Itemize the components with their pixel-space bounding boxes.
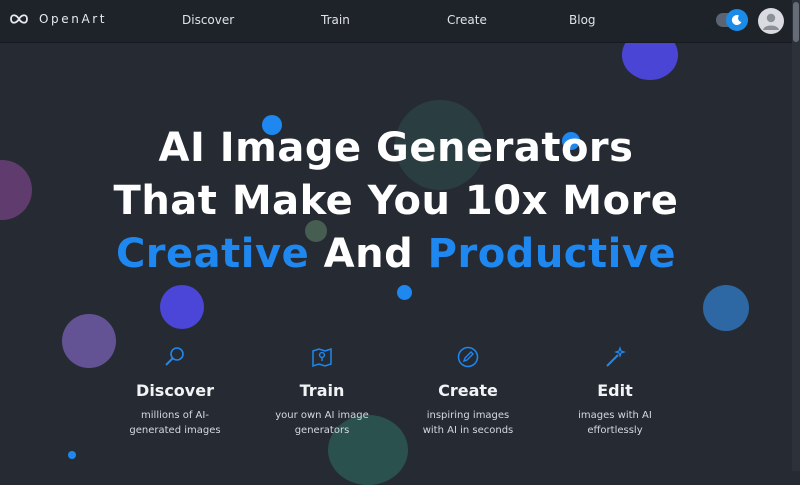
feature-desc-line: effortlessly	[587, 425, 643, 436]
feature-desc: inspiring images with AI in seconds	[403, 408, 533, 438]
moon-icon	[731, 15, 742, 26]
feature-edit[interactable]: Edit images with AI effortlessly	[550, 343, 680, 438]
theme-toggle-knob[interactable]	[726, 9, 748, 31]
nav-link-blog[interactable]: Blog	[569, 13, 596, 27]
feature-title: Create	[438, 381, 498, 400]
nav-link-create[interactable]: Create	[447, 13, 487, 27]
feature-edit-icon-wrap	[550, 343, 680, 371]
feature-train[interactable]: Train your own AI image generators	[257, 343, 387, 438]
magic-wand-icon	[606, 346, 626, 367]
feature-desc: your own AI image generators	[257, 408, 387, 438]
magnifier-icon	[165, 347, 184, 366]
brand-name: OpenArt	[39, 12, 108, 26]
feature-desc: millions of AI- generated images	[110, 408, 240, 438]
feature-discover-icon-wrap	[110, 343, 240, 371]
hero-word-productive: Productive	[427, 231, 677, 277]
scrollbar[interactable]	[792, 0, 800, 471]
user-icon	[763, 13, 779, 30]
hero-line-3: Creative And Productive	[0, 228, 792, 281]
feature-title: Edit	[597, 381, 633, 400]
feature-create[interactable]: Create inspiring images with AI in secon…	[403, 343, 533, 438]
hero-line-2: That Make You 10x More	[113, 178, 679, 224]
bg-blob	[397, 285, 412, 300]
infinity-logo-icon	[10, 14, 28, 24]
hero-word-and: And	[323, 231, 414, 277]
feature-title: Train	[299, 381, 345, 400]
feature-desc: images with AI effortlessly	[550, 408, 680, 438]
nav-link-train[interactable]: Train	[321, 13, 350, 27]
bg-blob	[160, 285, 204, 329]
feature-desc-line: inspiring images	[426, 410, 510, 421]
feature-desc-line: generators	[294, 425, 350, 436]
feature-create-icon-wrap	[403, 343, 533, 371]
feature-train-icon-wrap	[257, 343, 387, 371]
nav-link-discover[interactable]: Discover	[182, 13, 234, 27]
feature-title: Discover	[136, 381, 214, 400]
bg-blob	[62, 314, 116, 368]
map-icon	[312, 347, 332, 368]
bg-blob	[703, 285, 749, 331]
hero-word-creative: Creative	[115, 231, 310, 277]
pencil-icon	[457, 346, 479, 368]
scrollbar-thumb[interactable]	[793, 2, 799, 42]
feature-desc-line: with AI in seconds	[422, 425, 514, 436]
feature-discover[interactable]: Discover millions of AI- generated image…	[110, 343, 240, 438]
hero-line-1: AI Image Generators	[158, 125, 634, 171]
top-nav: OpenArt Discover Train Create Blog	[0, 0, 792, 43]
hero-headline: AI Image Generators That Make You 10x Mo…	[0, 122, 792, 281]
feature-desc-line: generated images	[129, 425, 221, 436]
brand-logo[interactable]: OpenArt	[8, 12, 107, 26]
feature-desc-line: your own AI image	[275, 410, 369, 421]
feature-desc-line: images with AI	[578, 410, 652, 421]
avatar[interactable]	[758, 8, 784, 34]
feature-desc-line: millions of AI-	[141, 410, 209, 421]
bg-blob	[68, 451, 76, 459]
